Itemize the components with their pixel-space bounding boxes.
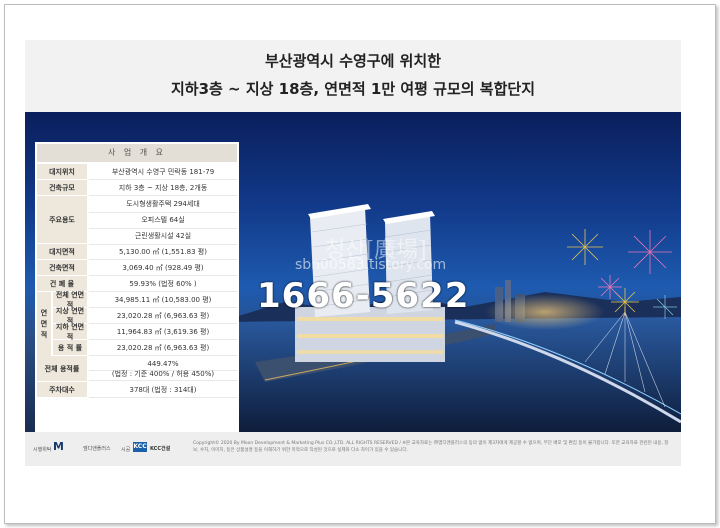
headline-line-2: 지하3층 ~ 지상 18층, 연면적 1만 여평 규모의 복합단지 bbox=[171, 80, 535, 98]
table-row: 주요용도 도시형생활주택 294세대 오피스텔 64실 근린생활시설 42실 bbox=[37, 196, 237, 245]
developer-logo: M bbox=[53, 440, 64, 453]
table-row: 대지위치 부산광역시 수영구 민락동 181-79 bbox=[37, 164, 237, 180]
table-row: 건축면적 3,069.40 ㎡ (928.49 평) bbox=[37, 260, 237, 276]
row-key: 대지면적 bbox=[37, 244, 87, 260]
table-caption: 사 업 개 요 bbox=[37, 144, 237, 162]
row-value: 5,130.00 ㎡ (1,551.83 평) bbox=[89, 244, 237, 260]
row-value: 23,020.28 ㎡ (6,963.63 평) bbox=[89, 340, 237, 356]
table-row: 용 적 률 23,020.28 ㎡ (6,963.63 평) bbox=[37, 340, 237, 356]
row-value: 지하 3층 ~ 지상 18층, 2개동 bbox=[89, 180, 237, 196]
row-key: 전체 용적률 bbox=[37, 356, 87, 382]
developer-name: 엠디앤플러스 bbox=[83, 446, 111, 452]
row-key: 주차대수 bbox=[37, 382, 87, 398]
watermark-url: sbn00583.tistory.com bbox=[295, 257, 447, 273]
table-row: 주차대수 378대 (법정 : 314대) bbox=[37, 382, 237, 398]
row-value-detail: (법정 : 기준 400% / 허용 450%) bbox=[89, 368, 237, 381]
row-value: 23,020.28 ㎡ (6,963.63 평) bbox=[89, 308, 237, 324]
builder-label: 시공 bbox=[121, 447, 131, 453]
builder-name: KCC건설 bbox=[150, 446, 171, 452]
builder-logo: KCC bbox=[133, 442, 147, 452]
copyright-text: Copyright© 2020 By Moon Development & Ma… bbox=[193, 441, 669, 453]
header-banner: 부산광역시 수영구에 위치한 지하3층 ~ 지상 18층, 연면적 1만 여평 … bbox=[25, 40, 681, 112]
headline-line-1: 부산광역시 수영구에 위치한 bbox=[264, 52, 442, 70]
row-value: 오피스텔 64실 bbox=[89, 212, 237, 229]
table-row: 대지면적 5,130.00 ㎡ (1,551.83 평) bbox=[37, 244, 237, 260]
developer-label: 시행위탁 bbox=[33, 447, 52, 453]
row-value: 3,069.40 ㎡ (928.49 평) bbox=[89, 260, 237, 276]
row-value: 378대 (법정 : 314대) bbox=[89, 382, 237, 398]
row-key: 주요용도 bbox=[37, 196, 87, 244]
promo-card: 부산광역시 수영구에 위치한 지하3층 ~ 지상 18층, 연면적 1만 여평 … bbox=[25, 40, 681, 466]
row-value: 34,985.11 ㎡ (10,583.00 평) bbox=[89, 292, 237, 308]
table-row: 지하 연면적 11,964.83 ㎡ (3,619.36 평) bbox=[37, 323, 237, 341]
row-key: 대지위치 bbox=[37, 164, 87, 180]
table-row: 건축규모 지하 3층 ~ 지상 18층, 2개동 bbox=[37, 180, 237, 196]
row-value: 59.93% (법정 60% ) bbox=[89, 276, 237, 292]
project-overview-table: 사 업 개 요 대지위치 부산광역시 수영구 민락동 181-79 건축규모 지… bbox=[35, 142, 239, 446]
row-value: 11,964.83 ㎡ (3,619.36 평) bbox=[89, 324, 237, 340]
row-value: 도시형생활주택 294세대 bbox=[89, 196, 237, 213]
footer-bar: 시행위탁 M 엠디앤플러스 시공 KCC KCC건설 Copyright© 20… bbox=[25, 432, 681, 466]
row-key: 용 적 률 bbox=[53, 340, 87, 356]
phone-number: 1666-5622 bbox=[257, 276, 470, 316]
row-key: 건축규모 bbox=[37, 180, 87, 196]
table-row: 전체 용적률 449.47% (법정 : 기준 400% / 허용 450%) bbox=[37, 356, 237, 382]
row-value: 근린생활시설 42실 bbox=[89, 228, 237, 245]
row-key: 건축면적 bbox=[37, 260, 87, 276]
row-key: 지하 연면적 bbox=[53, 323, 87, 341]
row-value: 부산광역시 수영구 민락동 181-79 bbox=[89, 164, 237, 180]
